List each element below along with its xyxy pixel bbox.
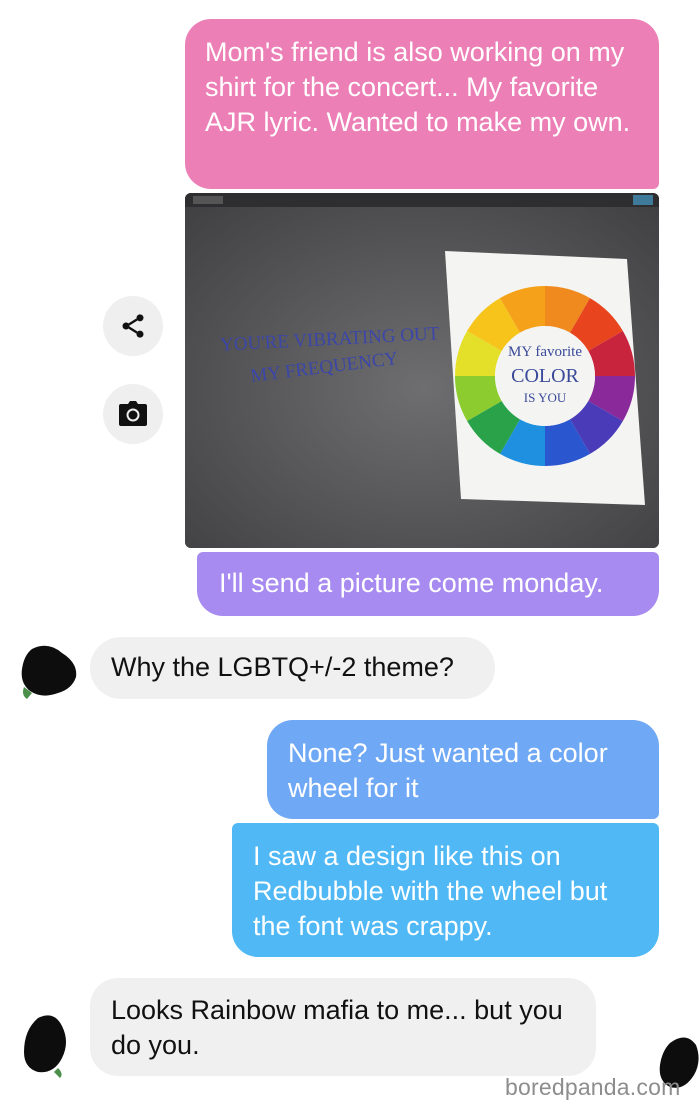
camera-icon bbox=[119, 401, 147, 426]
message-text: Mom's friend is also working on my shirt… bbox=[205, 37, 631, 137]
message-bubble-incoming[interactable]: Why the LGBTQ+/-2 theme? bbox=[90, 637, 495, 699]
wheel-text-1: MY favorite bbox=[508, 344, 582, 360]
message-bubble-outgoing[interactable]: I saw a design like this on Redbubble wi… bbox=[232, 823, 659, 957]
share-button[interactable] bbox=[103, 296, 163, 356]
message-bubble-incoming[interactable]: Looks Rainbow mafia to me... but you do … bbox=[90, 978, 596, 1076]
watermark: boredpanda.com bbox=[505, 1074, 681, 1100]
message-text: I'll send a picture come monday. bbox=[219, 568, 604, 598]
share-icon bbox=[122, 314, 144, 338]
avatar[interactable] bbox=[18, 1012, 74, 1083]
photo-image: MY favorite COLOR IS YOU YOU'RE VIBRATIN… bbox=[185, 193, 659, 548]
message-text: Why the LGBTQ+/-2 theme? bbox=[111, 652, 454, 682]
avatar[interactable] bbox=[18, 643, 82, 708]
message-bubble-outgoing[interactable]: Mom's friend is also working on my shirt… bbox=[185, 19, 659, 189]
message-text: I saw a design like this on Redbubble wi… bbox=[253, 841, 608, 941]
message-text: None? Just wanted a color wheel for it bbox=[288, 738, 608, 803]
camera-button[interactable] bbox=[103, 384, 163, 444]
wheel-text-2: COLOR bbox=[511, 365, 579, 387]
message-text: Looks Rainbow mafia to me... but you do … bbox=[111, 995, 563, 1060]
wheel-text-3: IS YOU bbox=[524, 390, 567, 405]
shared-photo[interactable]: MY favorite COLOR IS YOU YOU'RE VIBRATIN… bbox=[185, 193, 659, 548]
message-bubble-outgoing[interactable]: None? Just wanted a color wheel for it bbox=[267, 720, 659, 819]
message-bubble-outgoing[interactable]: I'll send a picture come monday. bbox=[197, 552, 659, 616]
